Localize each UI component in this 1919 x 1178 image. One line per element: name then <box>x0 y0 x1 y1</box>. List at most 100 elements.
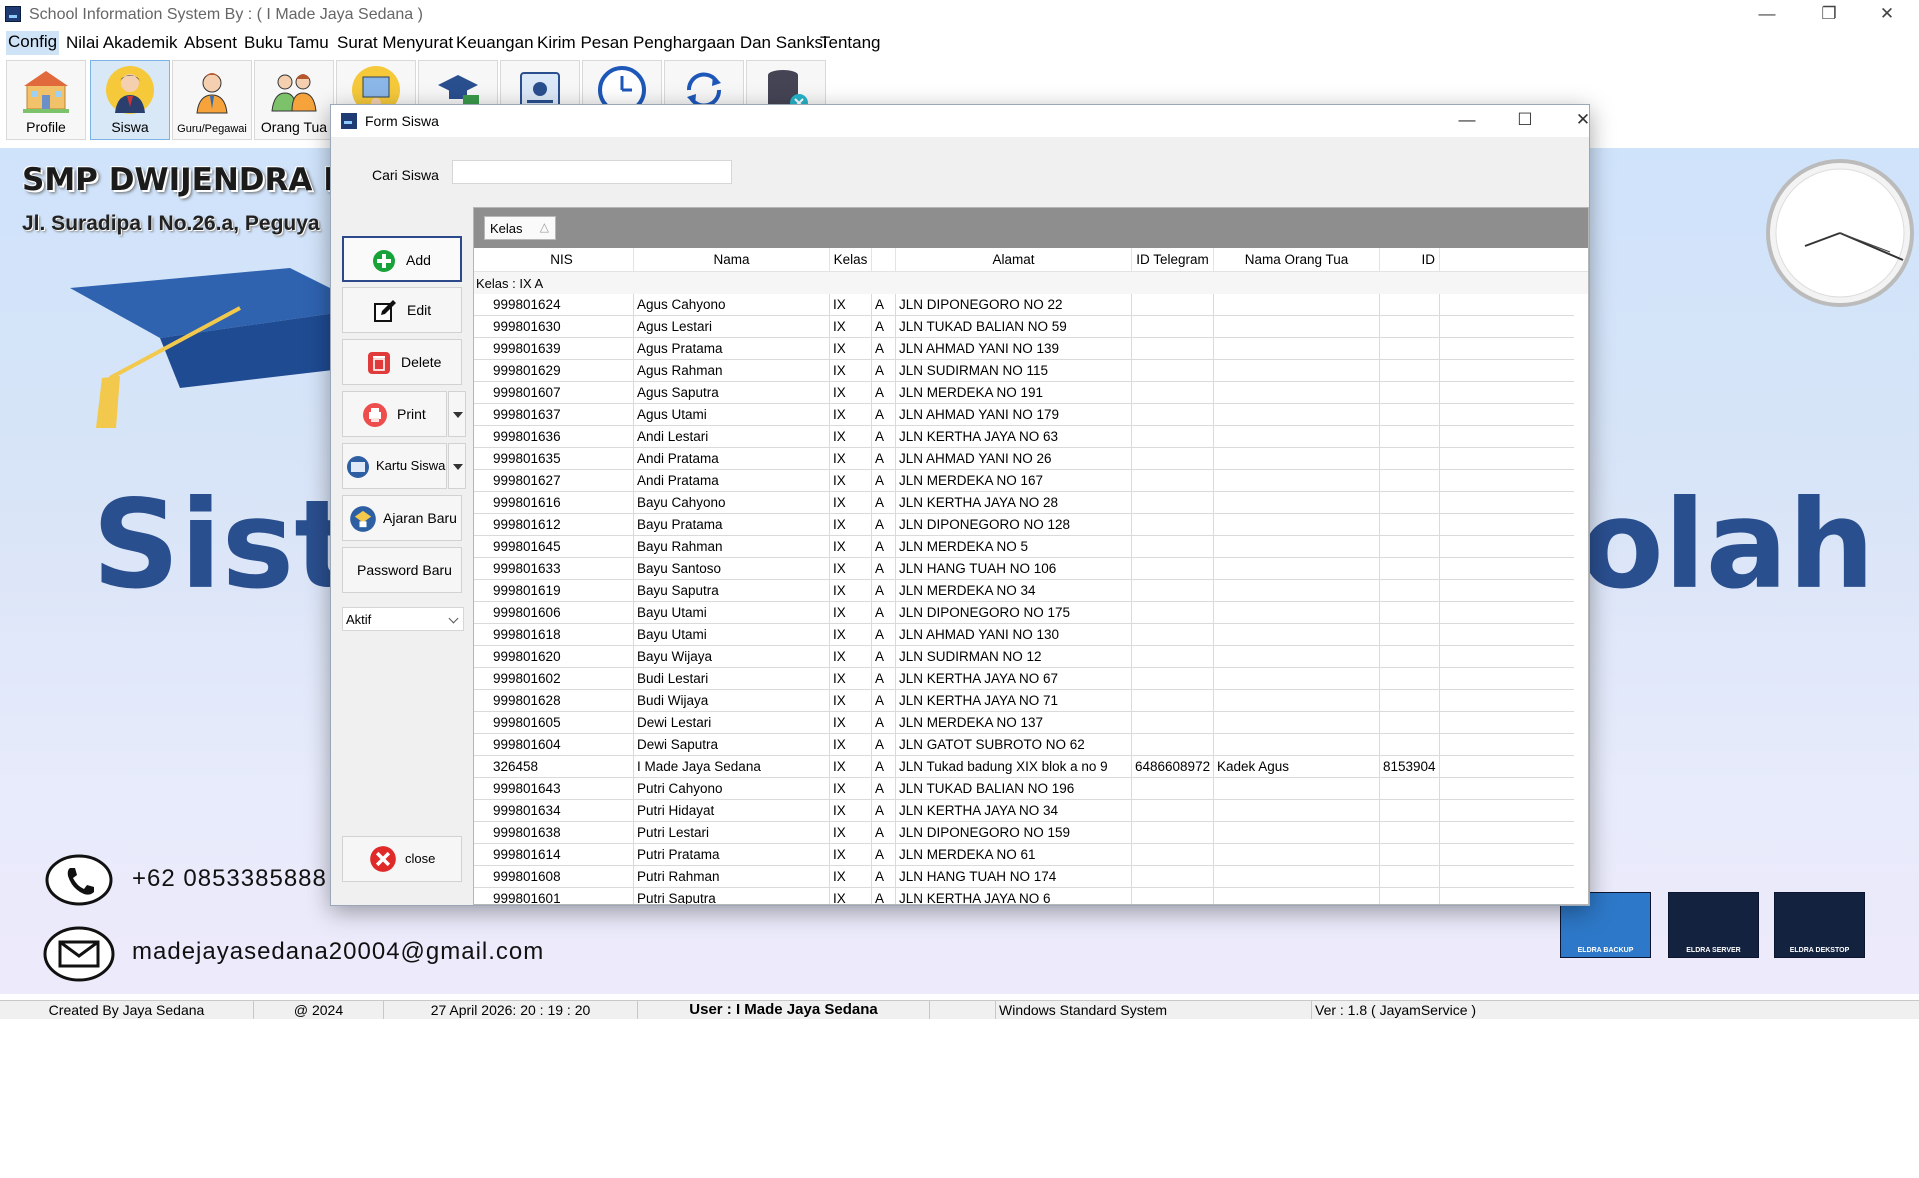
cell-rombel: A <box>872 756 896 778</box>
table-row[interactable]: 999801643 Putri Cahyono IX A JLN TUKAD BALIA… <box>474 778 1574 800</box>
table-row[interactable]: 999801612 Bayu Pratama IX A JLN DIPONEGORO N… <box>474 514 1574 536</box>
cell-kelas: IX <box>830 294 872 316</box>
toolbar-label: Guru/Pegawai <box>177 123 247 135</box>
print-button[interactable]: Print <box>342 391 447 437</box>
phone-number: +62 0853385888 <box>132 865 327 892</box>
toolbar-label: Profile <box>26 119 66 135</box>
search-input[interactable] <box>452 160 732 184</box>
table-row[interactable]: 999801620 Bayu Wijaya IX A JLN SUDIRMAN NO 1… <box>474 646 1574 668</box>
column-header-nama[interactable]: Nama <box>634 248 830 272</box>
table-row[interactable]: 999801608 Putri Rahman IX A JLN HANG TUAH NO… <box>474 866 1574 888</box>
dialog-maximize-button[interactable]: ☐ <box>1502 105 1548 137</box>
table-row[interactable]: 999801638 Putri Lestari IX A JLN DIPONEGORO … <box>474 822 1574 844</box>
kartu-dropdown-button[interactable] <box>448 443 466 489</box>
table-row[interactable]: 999801628 Budi Wijaya IX A JLN KERTHA JAYA N… <box>474 690 1574 712</box>
maximize-button[interactable]: ❐ <box>1800 0 1858 30</box>
menu-config[interactable]: Config <box>6 31 60 55</box>
menu-surat-menyurat[interactable]: Surat Menyurat <box>337 33 453 53</box>
group-by-kelas-chip[interactable]: Kelas △ <box>484 216 556 240</box>
table-row[interactable]: 999801629 Agus Rahman IX A JLN SUDIRMAN NO 1… <box>474 360 1574 382</box>
menu-kirim-pesan[interactable]: Kirim Pesan <box>537 33 629 53</box>
delete-button[interactable]: Delete <box>342 339 462 385</box>
cell-nama: Budi Lestari <box>634 668 830 690</box>
dialog-minimize-button[interactable]: — <box>1444 105 1490 137</box>
cell-kelas: IX <box>830 470 872 492</box>
school-name: SMP DWIJENDRA DI <box>22 162 361 198</box>
status-select[interactable]: Aktif <box>342 607 464 631</box>
table-row[interactable]: 999801618 Bayu Utami IX A JLN AHMAD YANI NO … <box>474 624 1574 646</box>
column-header-rombel[interactable] <box>872 248 896 272</box>
column-header-id-telegram[interactable]: ID Telegram <box>1132 248 1214 272</box>
add-button[interactable]: Add <box>342 236 462 282</box>
column-header-alamat[interactable]: Alamat <box>896 248 1132 272</box>
password-baru-label: Password Baru <box>357 562 452 578</box>
table-row[interactable]: 999801634 Putri Hidayat IX A JLN KERTHA JAYA… <box>474 800 1574 822</box>
table-row[interactable]: 326458 I Made Jaya Sedana IX A JLN Tukad bad… <box>474 756 1574 778</box>
cell-kelas: IX <box>830 800 872 822</box>
table-row[interactable]: 999801619 Bayu Saputra IX A JLN MERDEKA NO 3… <box>474 580 1574 602</box>
cell-nis: 999801601 <box>490 888 634 904</box>
table-row[interactable]: 999801645 Bayu Rahman IX A JLN MERDEKA NO 5 <box>474 536 1574 558</box>
close-button[interactable]: ✕ <box>1858 0 1916 30</box>
table-row[interactable]: 999801635 Andi Pratama IX A JLN AHMAD YANI N… <box>474 448 1574 470</box>
toolbar-siswa-button[interactable]: Siswa <box>90 60 170 140</box>
table-row[interactable]: 999801636 Andi Lestari IX A JLN KERTHA JAYA … <box>474 426 1574 448</box>
eldra-desktop-logo[interactable]: ELDRA DEKSTOP <box>1774 892 1865 958</box>
add-icon <box>373 250 395 272</box>
product-label: ELDRA BACKUP <box>1577 947 1634 954</box>
group-row-kelas[interactable]: Kelas : IX A <box>474 272 1588 294</box>
table-row[interactable]: 999801604 Dewi Saputra IX A JLN GATOT SUBROT… <box>474 734 1574 756</box>
ajaran-baru-button[interactable]: Ajaran Baru <box>342 495 462 541</box>
table-row[interactable]: 999801639 Agus Pratama IX A JLN AHMAD YANI N… <box>474 338 1574 360</box>
table-row[interactable]: 999801624 Agus Cahyono IX A JLN DIPONEGORO N… <box>474 294 1574 316</box>
table-row[interactable]: 999801614 Putri Pratama IX A JLN MERDEKA NO … <box>474 844 1574 866</box>
cell-alamat: JLN MERDEKA NO 61 <box>896 844 1132 866</box>
column-header-id[interactable]: ID <box>1380 248 1440 272</box>
column-header-nama-orang-tua[interactable]: Nama Orang Tua <box>1214 248 1380 272</box>
cell-alamat: JLN DIPONEGORO NO 159 <box>896 822 1132 844</box>
cell-id-telegram <box>1132 888 1214 904</box>
cell-alamat: JLN TUKAD BALIAN NO 196 <box>896 778 1132 800</box>
cell-kelas: IX <box>830 646 872 668</box>
table-row[interactable]: 999801601 Putri Saputra IX A JLN KERTHA JAYA… <box>474 888 1574 904</box>
table-row[interactable]: 999801627 Andi Pratama IX A JLN MERDEKA NO 1… <box>474 470 1574 492</box>
menu-keuangan[interactable]: Keuangan <box>456 33 534 53</box>
table-row[interactable]: 999801633 Bayu Santoso IX A JLN HANG TUAH NO… <box>474 558 1574 580</box>
cell-id <box>1380 712 1440 734</box>
menu-buku-tamu[interactable]: Buku Tamu <box>244 33 329 53</box>
minimize-button[interactable]: — <box>1738 0 1796 30</box>
dialog-close-button[interactable]: ✕ <box>1560 105 1606 137</box>
table-row[interactable]: 999801630 Agus Lestari IX A JLN TUKAD BALIAN… <box>474 316 1574 338</box>
cell-nis: 999801629 <box>490 360 634 382</box>
menu-nilai-akademik[interactable]: Nilai Akademik <box>66 33 178 53</box>
cell-alamat: JLN KERTHA JAYA NO 28 <box>896 492 1132 514</box>
toolbar-guru-button[interactable]: Guru/Pegawai <box>172 60 252 140</box>
column-header-nis[interactable]: NIS <box>490 248 634 272</box>
table-row[interactable]: 999801607 Agus Saputra IX A JLN MERDEKA NO 1… <box>474 382 1574 404</box>
cell-kelas: IX <box>830 712 872 734</box>
print-dropdown-button[interactable] <box>448 391 466 437</box>
table-row[interactable]: 999801637 Agus Utami IX A JLN AHMAD YANI NO … <box>474 404 1574 426</box>
edit-button[interactable]: Edit <box>342 287 462 333</box>
table-row[interactable]: 999801606 Bayu Utami IX A JLN DIPONEGORO NO … <box>474 602 1574 624</box>
cell-nama: Andi Pratama <box>634 448 830 470</box>
password-baru-button[interactable]: Password Baru <box>342 547 462 593</box>
toolbar-orangtua-button[interactable]: Orang Tua <box>254 60 334 140</box>
column-header-kelas[interactable]: Kelas <box>830 248 872 272</box>
kartu-siswa-button[interactable]: Kartu Siswa <box>342 443 447 489</box>
menu-absent[interactable]: Absent <box>184 33 237 53</box>
table-row[interactable]: 999801602 Budi Lestari IX A JLN KERTHA JAYA … <box>474 668 1574 690</box>
table-row[interactable]: 999801605 Dewi Lestari IX A JLN MERDEKA NO 1… <box>474 712 1574 734</box>
eldra-server-logo[interactable]: ELDRA SERVER <box>1668 892 1759 958</box>
menu-tentang[interactable]: Tentang <box>820 33 881 53</box>
cell-nama-orang-tua <box>1214 426 1380 448</box>
cell-rombel: A <box>872 558 896 580</box>
toolbar-profile-button[interactable]: Profile <box>6 60 86 140</box>
cell-rombel: A <box>872 294 896 316</box>
table-row[interactable]: 999801616 Bayu Cahyono IX A JLN KERTHA JAYA … <box>474 492 1574 514</box>
cell-id <box>1380 690 1440 712</box>
close-form-button[interactable]: close <box>342 836 462 882</box>
cell-rombel: A <box>872 778 896 800</box>
cell-nama: Bayu Utami <box>634 602 830 624</box>
menu-penghargaan[interactable]: Penghargaan Dan Sanksi <box>633 33 827 53</box>
